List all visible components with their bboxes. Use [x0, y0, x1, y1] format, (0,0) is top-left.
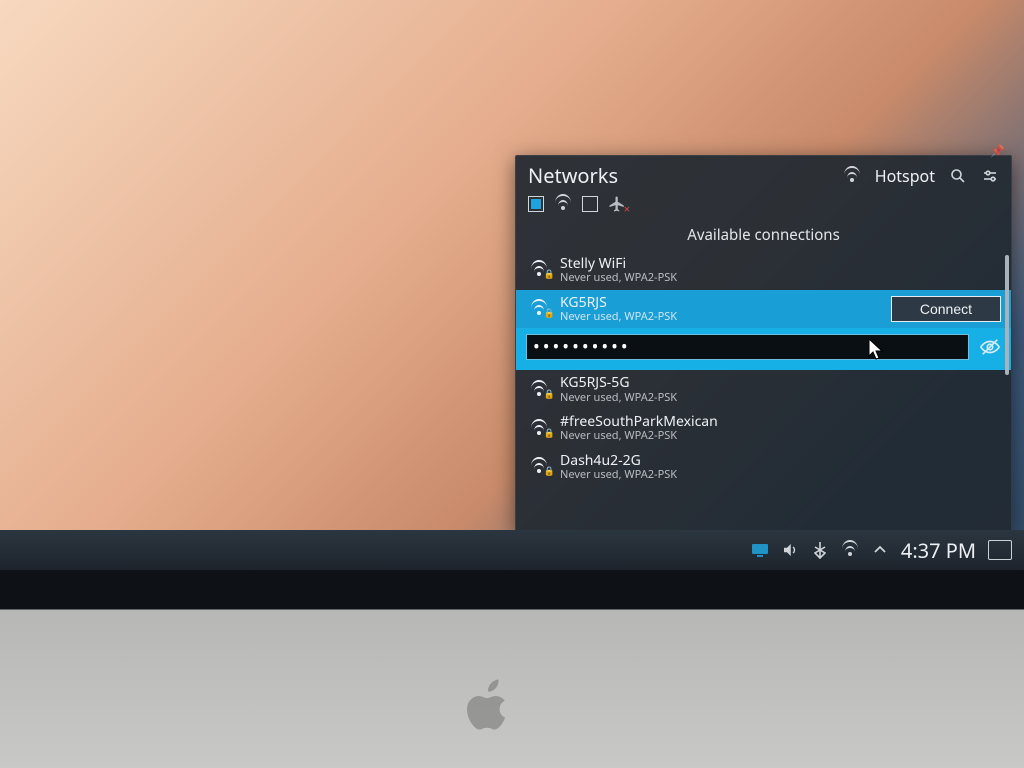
network-sub: Never used, WPA2-PSK [560, 392, 1001, 405]
available-connections-heading: Available connections [516, 221, 1011, 251]
airplane-mode-icon[interactable] [608, 195, 626, 213]
show-desktop-button[interactable] [988, 540, 1012, 560]
networks-popup: 📌 Networks Hotspot Available connections… [515, 155, 1012, 532]
list-item[interactable]: 🔒 KG5RJS Never used, WPA2-PSK Connect [516, 290, 1011, 329]
unknown-toggle[interactable] [582, 196, 598, 212]
list-item[interactable]: 🔒 Stelly WiFi Never used, WPA2-PSK [516, 251, 1011, 290]
wifi-secure-icon: 🔒 [526, 422, 552, 436]
monitor-bezel [0, 570, 1024, 768]
toggle-password-visibility-icon[interactable] [979, 336, 1001, 358]
network-sub: Never used, WPA2-PSK [560, 311, 883, 324]
connection-list: 🔒 Stelly WiFi Never used, WPA2-PSK 🔒 KG5… [516, 251, 1011, 531]
popup-header-actions: Hotspot [843, 165, 999, 187]
pin-icon[interactable]: 📌 [990, 142, 1005, 159]
wifi-toggle-icon[interactable] [554, 195, 572, 213]
settings-sliders-icon[interactable] [981, 167, 999, 185]
password-input[interactable] [526, 334, 969, 360]
search-icon[interactable] [949, 167, 967, 185]
network-sub: Never used, WPA2-PSK [560, 469, 1001, 482]
tray-bluetooth-icon[interactable] [811, 541, 829, 559]
password-row [516, 328, 1011, 370]
wifi-secure-icon: 🔒 [526, 460, 552, 474]
taskbar-clock[interactable]: 4:37 PM [901, 537, 976, 564]
taskbar: 4:37 PM [0, 530, 1024, 570]
wifi-secure-icon: 🔒 [526, 263, 552, 277]
wired-toggle[interactable] [528, 196, 544, 212]
tray-volume-icon[interactable] [781, 541, 799, 559]
apple-logo-icon [460, 678, 520, 738]
scrollbar[interactable] [1005, 255, 1009, 375]
list-item[interactable]: 🔒 KG5RJS-5G Never used, WPA2-PSK [516, 370, 1011, 409]
popup-filter-toolbar [516, 191, 1011, 221]
popup-header: Networks Hotspot [516, 156, 1011, 191]
tray-network-icon[interactable] [841, 541, 859, 559]
connect-button[interactable]: Connect [891, 296, 1001, 322]
hotspot-label[interactable]: Hotspot [875, 165, 935, 187]
network-sub: Never used, WPA2-PSK [560, 272, 1001, 285]
popup-title: Networks [528, 162, 618, 189]
list-item[interactable]: 🔒 #freeSouthParkMexican Never used, WPA2… [516, 409, 1011, 448]
wifi-icon [843, 167, 861, 185]
tray-chevron-up-icon[interactable] [871, 541, 889, 559]
tray-monitor-icon[interactable] [751, 541, 769, 559]
list-item[interactable]: 🔒 Dash4u2-2G Never used, WPA2-PSK [516, 448, 1011, 487]
network-sub: Never used, WPA2-PSK [560, 430, 1001, 443]
wifi-secure-icon: 🔒 [526, 302, 552, 316]
wifi-secure-icon: 🔒 [526, 383, 552, 397]
